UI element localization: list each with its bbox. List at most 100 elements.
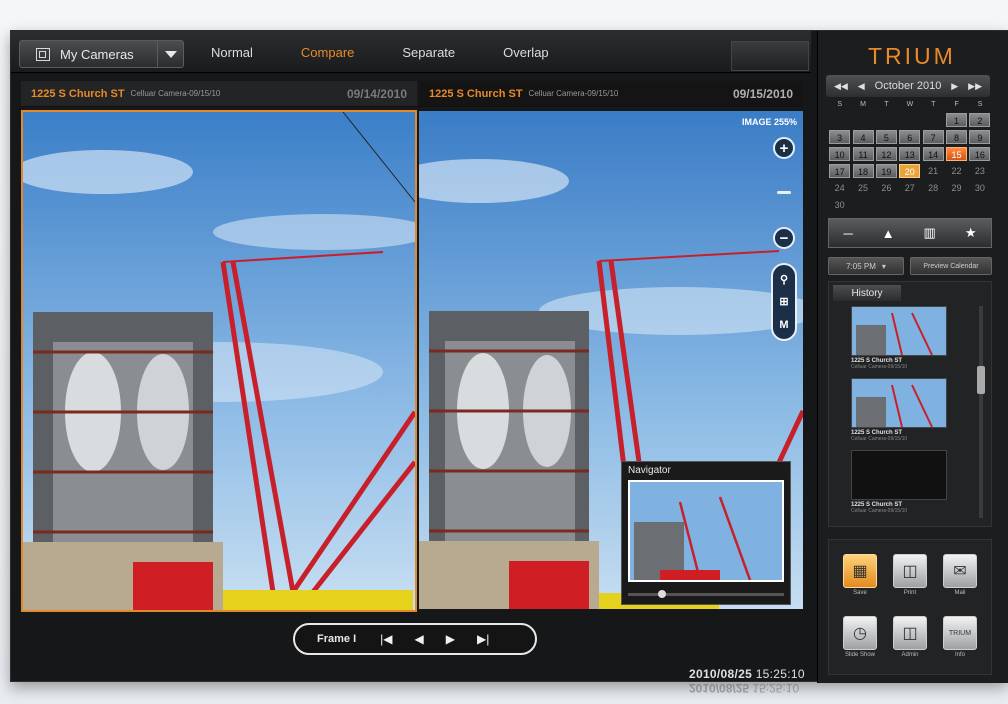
pyramid-view-icon[interactable]: ▲: [882, 226, 895, 241]
calendar-day[interactable]: 29: [946, 181, 967, 195]
calendar-day[interactable]: 15: [946, 147, 968, 161]
save-button[interactable]: ▦: [843, 554, 877, 588]
history-item[interactable]: 1225 S Church ST Celluar Camera-09/15/10: [833, 306, 973, 376]
calendar-day[interactable]: 24: [829, 181, 850, 195]
calendar-week: 10 11 12 13 14 15 16: [828, 147, 992, 164]
calendar-day[interactable]: 1: [946, 113, 968, 127]
calendar-day[interactable]: 27: [899, 181, 920, 195]
calendar-day[interactable]: 13: [899, 147, 921, 161]
line-view-icon[interactable]: ─: [843, 226, 852, 241]
dropdown-arrow-icon[interactable]: [157, 41, 183, 67]
zoom-out-button[interactable]: −: [773, 227, 795, 249]
info-button[interactable]: TRIUM: [943, 616, 977, 650]
floppy-icon: ▦: [852, 563, 868, 580]
calendar-day[interactable]: 18: [852, 164, 874, 178]
app-window: My Cameras Normal Compare Separate Overl…: [10, 30, 1008, 695]
history-list: 1225 S Church ST Celluar Camera-09/15/10…: [833, 306, 973, 522]
camera-select[interactable]: My Cameras: [19, 40, 184, 68]
tab-normal[interactable]: Normal: [211, 45, 253, 60]
timer-icon: ◷: [853, 625, 867, 642]
slideshow-button[interactable]: ◷: [843, 616, 877, 650]
magnifier-icon[interactable]: ⚲: [773, 273, 795, 286]
navigator-slider[interactable]: [628, 590, 784, 598]
slideshow-label: Slide Show: [844, 652, 876, 658]
calendar-day[interactable]: 25: [853, 181, 874, 195]
timestamp-reflection: 2010/08/25 15:25:10: [689, 681, 799, 695]
print-label: Print: [903, 590, 917, 596]
calendar-day: [946, 198, 967, 212]
last-frame-button[interactable]: ▶|: [477, 632, 489, 646]
tab-compare[interactable]: Compare: [301, 45, 354, 60]
calendar-day: [853, 113, 874, 127]
calendar-day[interactable]: 19: [875, 164, 897, 178]
history-scrollbar-thumb[interactable]: [977, 366, 985, 394]
star-icon[interactable]: ★: [965, 225, 977, 241]
top-right-panel: [731, 41, 809, 71]
left-image[interactable]: [21, 110, 417, 612]
calendar-day[interactable]: 14: [922, 147, 944, 161]
calendar-day[interactable]: 30: [829, 198, 850, 212]
right-image-pane: 1225 S Church ST Celluar Camera-09/15/10…: [419, 81, 803, 609]
calendar-day[interactable]: 6: [899, 130, 921, 144]
history-camera: Celluar Camera-09/15/10: [851, 436, 908, 442]
admin-label: Admin: [901, 652, 919, 658]
prev-year-button[interactable]: ◀◀: [834, 81, 848, 92]
timestamp-reflection-time: 15:25:10: [752, 681, 800, 695]
calendar-day[interactable]: 17: [829, 164, 851, 178]
tab-history[interactable]: History: [833, 285, 901, 301]
history-scrollbar[interactable]: [977, 306, 985, 518]
fit-screen-icon[interactable]: ⊞: [773, 295, 795, 308]
info-label: Info: [954, 652, 965, 658]
calendar-day[interactable]: 8: [946, 130, 968, 144]
print-button[interactable]: ◫: [893, 554, 927, 588]
timestamp-time: 15:25:10: [755, 667, 805, 681]
prev-month-button[interactable]: ◀: [858, 81, 865, 92]
admin-button[interactable]: ◫: [893, 616, 927, 650]
calendar-day[interactable]: 26: [876, 181, 897, 195]
history-camera: Celluar Camera-09/15/10: [851, 508, 908, 514]
bars-view-icon[interactable]: ▥: [924, 225, 936, 241]
tab-separate[interactable]: Separate: [402, 45, 455, 60]
preview-calendar-button[interactable]: Preview Calendar: [910, 257, 992, 275]
calendar-day[interactable]: 3: [829, 130, 851, 144]
calendar-day[interactable]: 9: [969, 130, 991, 144]
history-item[interactable]: 1225 S Church ST Celluar Camera-09/15/10: [833, 450, 973, 520]
calendar-day[interactable]: 10: [829, 147, 851, 161]
calendar-day[interactable]: 2: [969, 113, 991, 127]
calendar-week: 3456789: [828, 130, 992, 147]
calendar-day[interactable]: 28: [923, 181, 944, 195]
calendar-day[interactable]: 30: [969, 181, 990, 195]
next-month-button[interactable]: ▶: [951, 81, 958, 92]
trium-logo: TRIUM: [868, 43, 956, 69]
frame-label: Frame I: [317, 633, 357, 645]
mail-button[interactable]: ✉: [943, 554, 977, 588]
navigator-panel: Navigator: [621, 461, 791, 605]
calendar-weekday: M: [860, 101, 866, 108]
time-select[interactable]: 7:05 PM ▾: [828, 257, 904, 275]
zoom-slider-handle[interactable]: [777, 191, 791, 194]
first-frame-button[interactable]: |◀: [380, 632, 392, 646]
previous-frame-button[interactable]: ◀: [415, 632, 424, 646]
history-item[interactable]: 1225 S Church ST Celluar Camera-09/15/10: [833, 378, 973, 448]
calendar-day[interactable]: 7: [922, 130, 944, 144]
calendar-day[interactable]: 20: [899, 164, 921, 178]
next-frame-button[interactable]: ▶: [446, 632, 455, 646]
save-label: Save: [853, 590, 867, 596]
history-camera: Celluar Camera-09/15/10: [851, 364, 908, 370]
calendar-day[interactable]: 12: [875, 147, 897, 161]
zoom-in-button[interactable]: +: [773, 137, 795, 159]
calendar-day[interactable]: 11: [852, 147, 874, 161]
next-year-button[interactable]: ▶▶: [968, 81, 982, 92]
calendar-day[interactable]: 21: [923, 164, 944, 178]
navigator-thumbnail[interactable]: [628, 480, 784, 582]
calendar-day[interactable]: 16: [969, 147, 991, 161]
tab-overlap[interactable]: Overlap: [503, 45, 549, 60]
calendar-day[interactable]: 22: [946, 164, 967, 178]
right-image[interactable]: IMAGE 255% + − ⚲ ⊞ M Navigator: [419, 111, 803, 609]
calendar-day[interactable]: 5: [875, 130, 897, 144]
timestamp-reflection-date: 2010/08/25: [689, 681, 750, 695]
navigator-slider-knob[interactable]: [658, 590, 666, 598]
calendar-day[interactable]: 4: [852, 130, 874, 144]
marker-icon[interactable]: M: [773, 319, 795, 331]
calendar-day[interactable]: 23: [969, 164, 990, 178]
